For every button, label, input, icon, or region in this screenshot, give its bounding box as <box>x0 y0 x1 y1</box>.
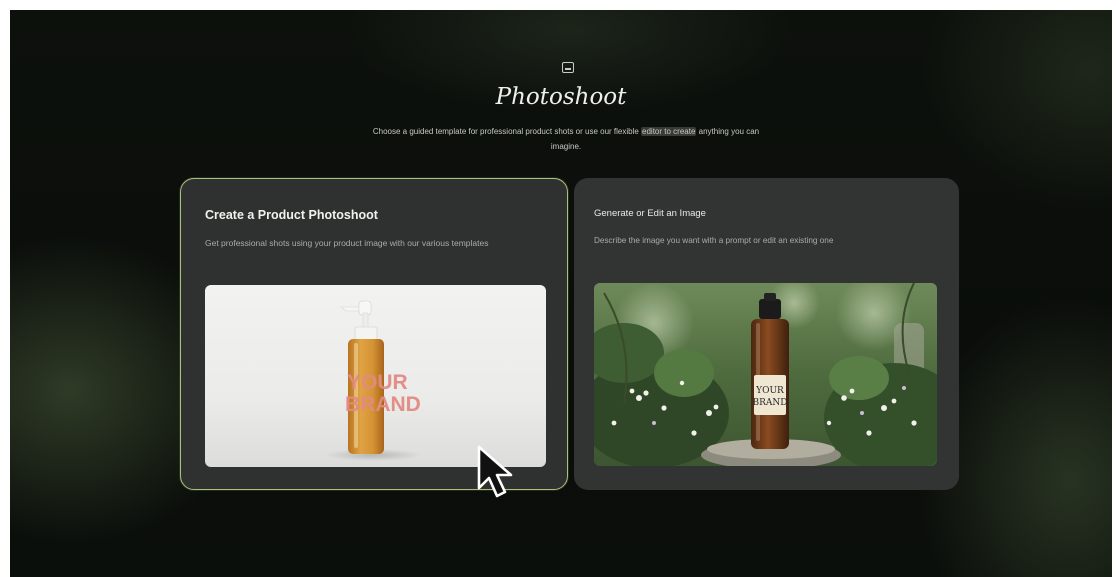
mouse-cursor-icon <box>477 445 513 498</box>
card-title: Generate or Edit an Image <box>594 208 706 219</box>
product-bottle-image: YOUR BRAND <box>205 285 546 467</box>
card-description: Get professional shots using your produc… <box>205 238 489 248</box>
generate-or-edit-image-card[interactable]: Generate or Edit an Image Describe the i… <box>574 178 959 490</box>
page-title: Photoshoot <box>495 84 627 110</box>
photoshoot-screen: Photoshoot Choose a guided template for … <box>10 10 1112 577</box>
garden-serum-bottle-image: YOUR BRAND <box>594 283 937 466</box>
brand-label-line2: BRAND <box>345 393 421 416</box>
image-icon <box>562 62 574 73</box>
card-title: Create a Product Photoshoot <box>205 208 378 222</box>
brand-label-line1: YOUR <box>347 371 408 394</box>
pump-bottle-illustration: YOUR BRAND <box>325 300 421 461</box>
page-subtitle: Choose a guided template for professiona… <box>360 124 772 154</box>
garden-scene-illustration: YOUR BRAND <box>594 283 937 466</box>
card-description: Describe the image you want with a promp… <box>594 236 834 245</box>
serum-label-line1: YOUR <box>755 386 784 396</box>
subtitle-highlight: editor to create <box>641 127 697 136</box>
serum-label-line2: BRAND <box>753 398 788 408</box>
subtitle-text: Choose a guided template for professiona… <box>372 127 642 136</box>
